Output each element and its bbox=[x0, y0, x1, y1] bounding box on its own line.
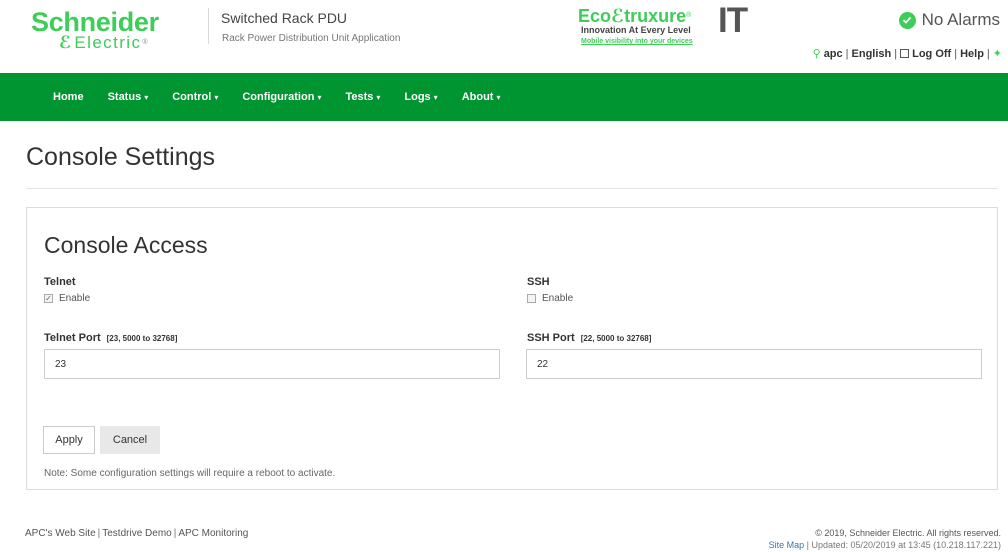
separator: | bbox=[97, 528, 101, 539]
caret-down-icon: ▾ bbox=[496, 93, 501, 102]
eco-title-suffix: truxure bbox=[624, 6, 687, 26]
ssh-port-label-text: SSH Port bbox=[527, 332, 575, 344]
nav-home[interactable]: Home bbox=[53, 91, 84, 103]
caret-down-icon: ▾ bbox=[376, 93, 381, 102]
eco-mobile-link[interactable]: Mobile visibility into your devices bbox=[581, 38, 693, 45]
telnet-label: Telnet bbox=[44, 276, 76, 288]
checkbox-unchecked-icon[interactable] bbox=[527, 294, 536, 303]
user-icon: ⚲ bbox=[812, 48, 821, 60]
footer-links: APC's Web Site | Testdrive Demo | APC Monito… bbox=[25, 528, 248, 539]
nav-about-label: About bbox=[461, 91, 494, 103]
check-circle-icon bbox=[898, 11, 916, 29]
nav-configuration[interactable]: Configuration ▾ bbox=[242, 91, 321, 103]
language-link[interactable]: English bbox=[852, 48, 892, 60]
help-link[interactable]: Help bbox=[960, 48, 984, 60]
eco-title-prefix: Eco bbox=[578, 6, 612, 26]
apc-monitoring-link[interactable]: APC Monitoring bbox=[178, 528, 248, 539]
schneider-logo[interactable]: Schneider ℰ Electric® bbox=[31, 7, 203, 52]
ssh-label: SSH bbox=[527, 276, 550, 288]
eco-tagline: Innovation At Every Level bbox=[581, 25, 691, 35]
site-map-link[interactable]: Site Map bbox=[769, 540, 805, 550]
ssh-port-range: [22, 5000 to 32768] bbox=[580, 334, 652, 343]
brand-sub: ℰ Electric® bbox=[59, 34, 148, 52]
trademark-icon: ® bbox=[142, 39, 148, 46]
life-is-on-icon: ℰ bbox=[59, 33, 72, 52]
updated-text: Updated: 05/20/2019 at 13:45 (10.218.117… bbox=[811, 540, 1002, 550]
utility-links: ⚲ apc | English | Log Off | Help | ✦ bbox=[812, 47, 1002, 61]
nav-tests-label: Tests bbox=[345, 91, 374, 103]
brand-sub-text: Electric bbox=[74, 33, 142, 52]
ssh-enable-checkbox[interactable]: Enable bbox=[527, 293, 573, 304]
telnet-port-input[interactable]: 23 bbox=[44, 349, 500, 379]
separator: | bbox=[986, 47, 990, 60]
nav-logs-label: Logs bbox=[404, 91, 431, 103]
panel-title: Console Access bbox=[44, 232, 208, 258]
nav-status-label: Status bbox=[107, 91, 142, 103]
pin-icon[interactable]: ✦ bbox=[993, 47, 1002, 60]
checkbox-checked-icon[interactable]: ✓ bbox=[44, 294, 53, 303]
apc-website-link[interactable]: APC's Web Site bbox=[25, 528, 96, 539]
ecostruxure-logo[interactable]: Ecoℰtruxure® Innovation At Every Level M… bbox=[578, 2, 758, 46]
caret-down-icon: ▾ bbox=[214, 93, 219, 102]
caret-down-icon: ▾ bbox=[433, 93, 438, 102]
alarm-status[interactable]: No Alarms bbox=[898, 9, 1000, 31]
nav-control-label: Control bbox=[172, 91, 212, 103]
brand-name: Schneider bbox=[31, 7, 159, 37]
separator: | bbox=[173, 528, 177, 539]
eco-s-icon: ℰ bbox=[611, 6, 625, 26]
nav-configuration-label: Configuration bbox=[242, 91, 315, 103]
telnet-port-range: [23, 5000 to 32768] bbox=[106, 334, 178, 343]
nav-about[interactable]: About ▾ bbox=[462, 91, 501, 103]
cancel-button[interactable]: Cancel bbox=[100, 426, 160, 454]
main-nav: Home Status ▾ Control ▾ Configuration ▾ Tes… bbox=[0, 73, 1008, 121]
ssh-port-input[interactable]: 22 bbox=[526, 349, 982, 379]
telnet-enable-checkbox[interactable]: ✓ Enable bbox=[44, 293, 90, 304]
copyright: © 2019, Schneider Electric. All rights r… bbox=[815, 528, 1001, 538]
reboot-note: Note: Some configuration settings will r… bbox=[44, 468, 336, 479]
telnet-port-label-text: Telnet Port bbox=[44, 332, 101, 344]
alarm-text: No Alarms bbox=[921, 10, 1000, 29]
ssh-port-label: SSH Port [22, 5000 to 32768] bbox=[527, 332, 651, 344]
nav-logs[interactable]: Logs ▾ bbox=[404, 91, 437, 103]
testdrive-demo-link[interactable]: Testdrive Demo bbox=[102, 528, 171, 539]
nav-tests[interactable]: Tests ▾ bbox=[345, 91, 380, 103]
nav-home-label: Home bbox=[53, 91, 84, 103]
caret-down-icon: ▾ bbox=[144, 93, 149, 102]
separator: | bbox=[845, 47, 849, 60]
title-divider bbox=[26, 188, 998, 189]
caret-down-icon: ▾ bbox=[317, 93, 322, 102]
logoff-link[interactable]: Log Off bbox=[912, 48, 951, 60]
eco-title: Ecoℰtruxure® bbox=[578, 6, 691, 26]
console-access-panel: Console Access Telnet ✓ Enable SSH Enabl… bbox=[26, 207, 998, 490]
footer-status: Site Map | Updated: 05/20/2019 at 13:45 … bbox=[768, 540, 1002, 550]
nav-status[interactable]: Status ▾ bbox=[108, 91, 149, 103]
product-name: Switched Rack PDU bbox=[221, 10, 348, 26]
separator: | bbox=[954, 47, 958, 60]
app-name: Rack Power Distribution Unit Application bbox=[222, 33, 401, 44]
eco-it: IT bbox=[718, 1, 748, 40]
header-divider bbox=[208, 8, 209, 44]
telnet-enable-label: Enable bbox=[59, 293, 91, 304]
registered-icon: ® bbox=[686, 12, 692, 19]
separator: | bbox=[894, 47, 898, 60]
telnet-port-label: Telnet Port [23, 5000 to 32768] bbox=[44, 332, 177, 344]
header: Schneider ℰ Electric® Switched Rack PDU R… bbox=[0, 0, 1008, 60]
nav-control[interactable]: Control ▾ bbox=[172, 91, 218, 103]
apply-button[interactable]: Apply bbox=[43, 426, 95, 454]
user-link[interactable]: apc bbox=[824, 48, 843, 60]
ssh-enable-label: Enable bbox=[542, 293, 574, 304]
logoff-icon bbox=[900, 49, 910, 58]
page-title: Console Settings bbox=[26, 143, 216, 171]
